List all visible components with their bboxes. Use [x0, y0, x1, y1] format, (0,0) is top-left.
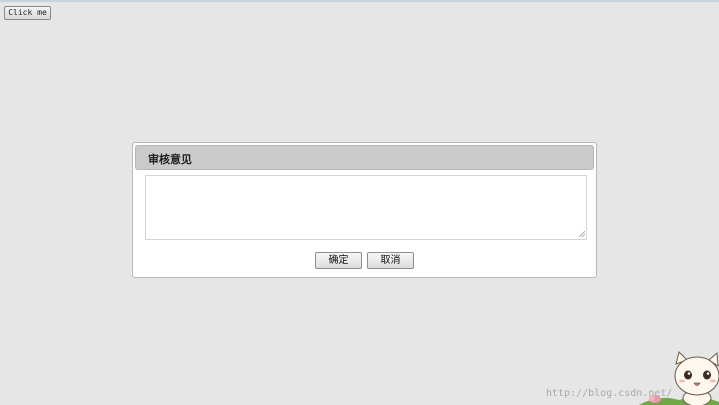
cancel-button[interactable]: 取消 [367, 252, 414, 269]
confirm-button[interactable]: 确定 [315, 252, 362, 269]
review-opinion-dialog: 审核意见 确定 取消 [132, 142, 597, 278]
textarea-resize-handle[interactable] [579, 231, 585, 237]
opinion-textarea[interactable] [145, 175, 587, 240]
dialog-header: 审核意见 [135, 145, 594, 170]
top-border-line [0, 0, 719, 2]
dialog-title: 审核意见 [148, 153, 192, 166]
click-me-button[interactable]: Click me [4, 6, 51, 20]
cat-mascot-icon [639, 351, 719, 405]
